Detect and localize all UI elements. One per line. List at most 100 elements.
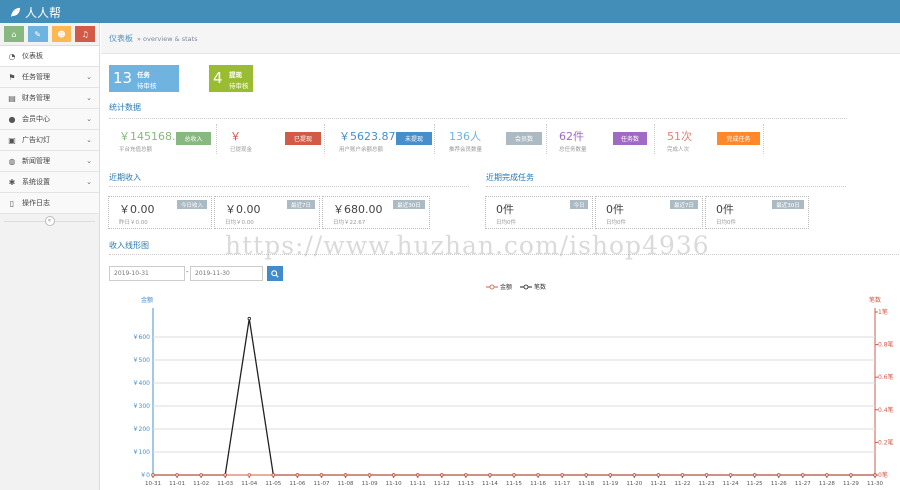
x-tick-label: 11-24 <box>723 481 739 487</box>
data-point <box>704 473 709 477</box>
tasks-card: 0件 日均0件 最近7日 <box>595 196 703 229</box>
data-point <box>295 473 300 477</box>
x-tick-label: 11-28 <box>819 481 835 487</box>
x-tick-label: 11-02 <box>193 481 209 487</box>
chevron-down-icon: ⌄ <box>86 178 92 186</box>
data-point <box>825 473 829 477</box>
page-title[interactable]: 仪表板 <box>109 34 133 43</box>
sidebar-item-label: 任务管理 <box>22 73 50 81</box>
brand[interactable]: 人人帮 <box>10 4 61 21</box>
data-point <box>632 473 637 477</box>
card-value: 0件 <box>606 203 624 216</box>
pending-tile[interactable]: 13 任务 待审核 <box>109 65 179 92</box>
tile-count: 13 <box>113 69 133 87</box>
home-icon: ⌂ <box>11 29 17 39</box>
x-tick-label: 11-01 <box>169 481 185 487</box>
chevron-down-icon: ⌄ <box>86 73 92 81</box>
stat-value: 136人 <box>449 130 481 143</box>
sidebar-item[interactable]: ▣ 广告幻灯 ⌄ <box>0 130 99 151</box>
tile-label: 提现 <box>229 71 242 79</box>
data-point <box>247 473 251 477</box>
shortcut-bell-button[interactable]: ♫ <box>75 26 95 42</box>
stat-tag: 完成任务 <box>717 132 760 145</box>
data-point <box>247 316 251 321</box>
x-tick-label: 11-30 <box>867 481 883 487</box>
dashboard-icon: ◔ <box>8 51 16 61</box>
chevron-down-icon: ⌄ <box>86 94 92 102</box>
card-caption: 日均￥22.67 <box>333 220 366 226</box>
stat-tag: 会员数 <box>506 132 542 145</box>
tile-sublabel: 待审核 <box>137 82 157 90</box>
sidebar-item[interactable]: ● 会员中心 ⌄ <box>0 109 99 130</box>
breadcrumb: 仪表板 » overview & stats <box>101 23 900 54</box>
shortcut-home-button[interactable]: ⌂ <box>4 26 24 42</box>
y-right-tick-label: 0笔 <box>878 471 888 479</box>
stat-caption: 用户账户余额总额 <box>339 147 384 153</box>
sidebar-item-label: 财务管理 <box>22 94 50 102</box>
stat-tag: 总收入 <box>176 132 211 145</box>
x-tick-label: 11-20 <box>626 481 642 487</box>
stat-tag: 已提现 <box>285 132 321 145</box>
x-tick-label: 11-10 <box>386 481 402 487</box>
card-badge: 最近30日 <box>393 200 425 209</box>
data-point <box>752 473 757 477</box>
income-card: ￥0.00 日均￥0.00 最近7日 <box>214 196 320 229</box>
shortcut-users-button[interactable]: ☻ <box>51 26 72 42</box>
sidebar-item[interactable]: ⚑ 任务管理 ⌄ <box>0 67 99 88</box>
data-point <box>801 473 805 477</box>
sidebar-item[interactable]: ▤ 财务管理 ⌄ <box>0 88 99 109</box>
card-badge: 今日 <box>570 200 588 209</box>
income-card: ￥680.00 日均￥22.67 最近30日 <box>322 196 430 229</box>
sidebar-collapse: « <box>0 214 99 228</box>
globe-icon: ◍ <box>8 156 16 166</box>
tile-count: 4 <box>213 69 223 87</box>
card-caption: 日均0件 <box>716 220 736 226</box>
data-point <box>199 473 203 477</box>
stat-value: 51次 <box>667 130 692 143</box>
x-tick-label: 11-06 <box>289 481 305 487</box>
x-tick-label: 11-16 <box>530 481 546 487</box>
x-tick-label: 11-05 <box>265 481 281 487</box>
sidebar-item[interactable]: ▯ 操作日志 <box>0 193 99 214</box>
x-tick-label: 11-11 <box>410 481 426 487</box>
page-subtitle: » overview & stats <box>137 35 198 43</box>
stat-tag: 任务数 <box>613 132 647 145</box>
chevron-down-icon: ⌄ <box>86 136 92 144</box>
sidebar-item[interactable]: ✱ 系统设置 ⌄ <box>0 172 99 193</box>
data-point <box>849 473 853 477</box>
data-point <box>560 473 564 477</box>
y-right-tick-label: 1笔 <box>878 308 888 316</box>
data-point <box>319 473 324 477</box>
pending-tile[interactable]: 4 提现 待审核 <box>209 65 253 92</box>
sidebar-item[interactable]: ◍ 新闻管理 ⌄ <box>0 151 99 172</box>
data-point <box>223 473 227 477</box>
x-tick-label: 11-23 <box>699 481 715 487</box>
x-tick-label: 11-26 <box>771 481 787 487</box>
sidebar-item-label: 仪表板 <box>22 52 43 60</box>
data-point <box>175 473 179 477</box>
y-left-tick-label: ￥500 <box>133 357 151 364</box>
picture-icon: ▣ <box>8 135 16 145</box>
shortcut-pencil-button[interactable]: ✎ <box>27 26 48 42</box>
top-navbar: 人人帮 <box>0 0 900 23</box>
app-title: 人人帮 <box>25 6 62 20</box>
legend-marker <box>489 284 495 290</box>
watermark: https://www.huzhan.com/ishop4936 <box>225 231 710 260</box>
chevron-down-icon: ⌄ <box>86 115 92 123</box>
data-point <box>584 473 588 477</box>
data-point <box>488 473 492 477</box>
x-tick-label: 11-25 <box>747 481 763 487</box>
sidebar-item-label: 会员中心 <box>22 115 50 123</box>
y-left-tick-label: ￥100 <box>133 449 151 456</box>
sidebar-item[interactable]: ◔ 仪表板 <box>0 46 99 67</box>
stats-title: 统计数据 <box>109 103 141 112</box>
chart-title: 收入线形图 <box>109 241 149 250</box>
x-tick-label: 11-27 <box>795 481 811 487</box>
double-chevron-left-icon[interactable]: « <box>44 216 55 226</box>
card-value: ￥0.00 <box>225 203 261 216</box>
x-tick-label: 11-17 <box>554 481 570 487</box>
data-point <box>656 473 661 477</box>
data-point <box>391 473 396 477</box>
income-card: ￥0.00 昨日￥0.00 今日收入 <box>108 196 212 229</box>
sidebar-shortcuts: ⌂ ✎ ☻ ♫ <box>0 23 99 46</box>
